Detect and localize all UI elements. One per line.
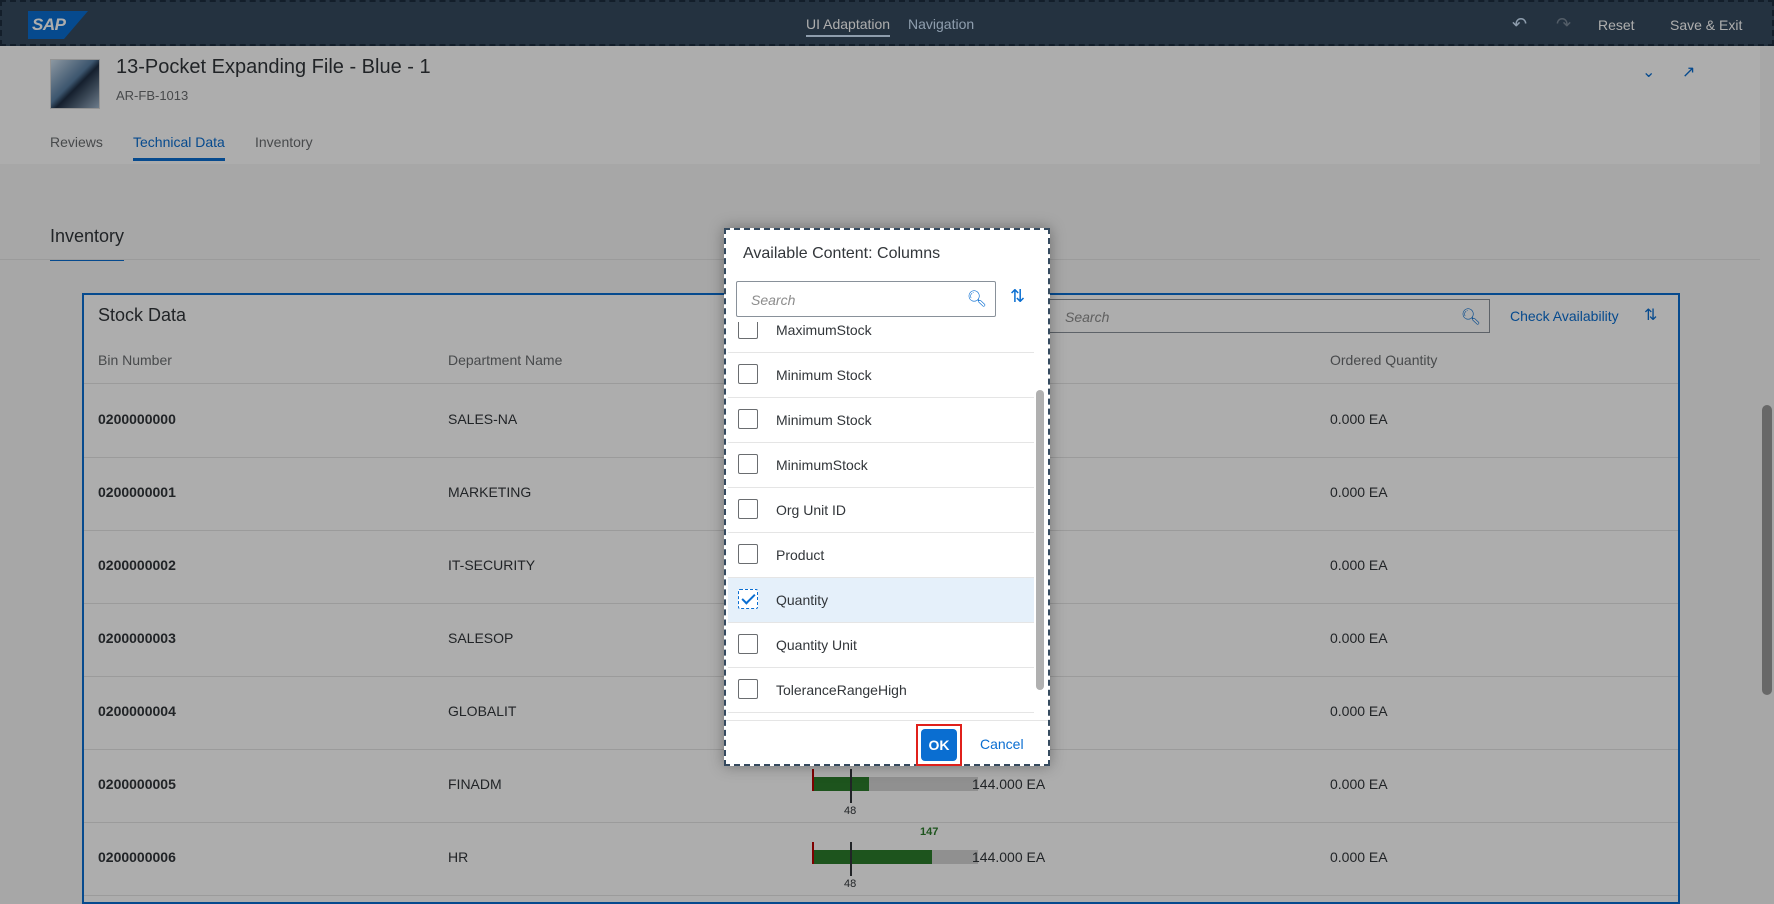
list-item[interactable]: MinimumStock <box>728 443 1034 488</box>
checkbox[interactable] <box>738 409 758 429</box>
list-item[interactable]: Org Unit ID <box>728 488 1034 533</box>
checkbox-checked[interactable] <box>738 589 758 609</box>
list-item[interactable]: ToleranceRangeHigh <box>728 668 1034 713</box>
checkbox[interactable] <box>738 679 758 699</box>
checkbox[interactable] <box>738 544 758 564</box>
checkbox[interactable] <box>738 634 758 654</box>
column-list: MaximumStock Minimum Stock Minimum Stock… <box>728 322 1034 718</box>
checkbox[interactable] <box>738 322 758 339</box>
checkbox[interactable] <box>738 499 758 519</box>
dialog-title: Available Content: Columns <box>743 245 941 262</box>
list-item-label: ToleranceRangeHigh <box>776 682 907 698</box>
list-item[interactable]: Product <box>728 533 1034 578</box>
sort-icon[interactable]: ⇅ <box>1010 286 1025 307</box>
dialog-scrollbar[interactable] <box>1036 390 1044 690</box>
dialog-footer: OK Cancel <box>726 720 1048 767</box>
cancel-button[interactable]: Cancel <box>980 736 1024 752</box>
dialog-search-input[interactable]: Search 🔍︎ <box>736 281 996 317</box>
list-item-label: Minimum Stock <box>776 412 872 428</box>
checkbox[interactable] <box>738 364 758 384</box>
list-item[interactable]: Minimum Stock <box>728 353 1034 398</box>
list-item-label: MaximumStock <box>776 322 872 338</box>
list-item[interactable]: MaximumStock <box>728 322 1034 353</box>
list-item-label: Product <box>776 547 825 563</box>
list-item-label: Quantity <box>776 592 829 608</box>
search-icon[interactable]: 🔍︎ <box>967 289 987 309</box>
dialog-search-placeholder: Search <box>751 292 796 308</box>
list-item[interactable]: Quantity Unit <box>728 623 1034 668</box>
list-item[interactable]: Quantity <box>728 578 1034 623</box>
list-item-label: MinimumStock <box>776 457 868 473</box>
list-item[interactable]: Minimum Stock <box>728 398 1034 443</box>
list-item-label: Minimum Stock <box>776 367 872 383</box>
list-item-label: Quantity Unit <box>776 637 857 653</box>
ok-button[interactable]: OK <box>921 729 957 761</box>
available-columns-dialog: Available Content: Columns Search 🔍︎ ⇅ M… <box>724 228 1050 766</box>
ok-highlight-frame: OK <box>916 724 962 766</box>
checkbox[interactable] <box>738 454 758 474</box>
list-item-label: Org Unit ID <box>776 502 847 518</box>
